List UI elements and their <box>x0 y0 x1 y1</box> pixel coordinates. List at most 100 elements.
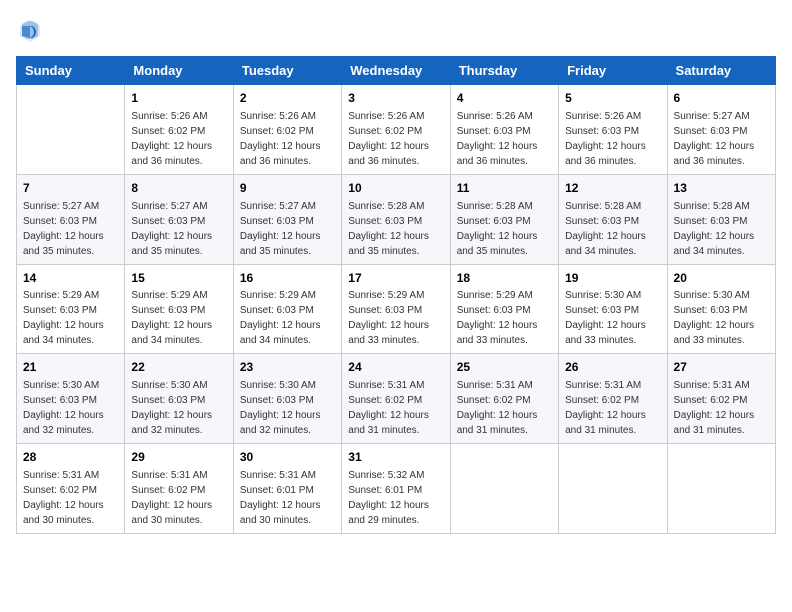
calendar-cell-w2d4: 18Sunrise: 5:29 AM Sunset: 6:03 PM Dayli… <box>450 264 558 354</box>
calendar-cell-w1d6: 13 Sunrise: 5:28 AM Sunset: 6:03 PM Dayli… <box>667 174 775 264</box>
day-number: 16 <box>240 270 335 287</box>
day-number: 15 <box>131 270 226 287</box>
calendar-cell-w3d1: 22Sunrise: 5:30 AM Sunset: 6:03 PM Dayli… <box>125 354 233 444</box>
day-number: 19 <box>565 270 660 287</box>
day-info: Sunrise: 5:29 AM Sunset: 6:03 PM Dayligh… <box>23 288 118 348</box>
calendar-cell-w1d0: 7 Sunrise: 5:27 AM Sunset: 6:03 PM Daylig… <box>17 174 125 264</box>
calendar-cell-w2d3: 17Sunrise: 5:29 AM Sunset: 6:03 PM Dayli… <box>342 264 450 354</box>
day-info: Sunrise: 5:28 AM Sunset: 6:03 PM Dayligh… <box>457 199 552 259</box>
calendar-cell-w0d3: 3 Sunrise: 5:26 AM Sunset: 6:02 PM Daylig… <box>342 85 450 175</box>
day-info: Sunrise: 5:26 AM Sunset: 6:03 PM Dayligh… <box>565 109 660 169</box>
calendar-cell-w1d4: 11 Sunrise: 5:28 AM Sunset: 6:03 PM Dayli… <box>450 174 558 264</box>
calendar-cell-w2d1: 15Sunrise: 5:29 AM Sunset: 6:03 PM Dayli… <box>125 264 233 354</box>
weekday-header-row: SundayMondayTuesdayWednesdayThursdayFrid… <box>17 57 776 85</box>
day-number: 10 <box>348 180 443 197</box>
day-info: Sunrise: 5:27 AM Sunset: 6:03 PM Dayligh… <box>674 109 769 169</box>
page-container: SundayMondayTuesdayWednesdayThursdayFrid… <box>16 16 776 534</box>
day-info: Sunrise: 5:26 AM Sunset: 6:02 PM Dayligh… <box>240 109 335 169</box>
day-info: Sunrise: 5:30 AM Sunset: 6:03 PM Dayligh… <box>565 288 660 348</box>
day-info: Sunrise: 5:29 AM Sunset: 6:03 PM Dayligh… <box>348 288 443 348</box>
week-row-4: 21 Sunrise: 5:30 AM Sunset: 6:03 PM Dayli… <box>17 354 776 444</box>
day-number: 23 <box>240 359 335 376</box>
day-info: Sunrise: 5:31 AM Sunset: 6:02 PM Dayligh… <box>674 378 769 438</box>
day-number: 21 <box>23 359 118 376</box>
day-info: Sunrise: 5:31 AM Sunset: 6:02 PM Dayligh… <box>348 378 443 438</box>
day-info: Sunrise: 5:26 AM Sunset: 6:02 PM Dayligh… <box>131 109 226 169</box>
day-number: 27 <box>674 359 769 376</box>
day-info: Sunrise: 5:28 AM Sunset: 6:03 PM Dayligh… <box>348 199 443 259</box>
day-info: Sunrise: 5:27 AM Sunset: 6:03 PM Dayligh… <box>240 199 335 259</box>
weekday-header-friday: Friday <box>559 57 667 85</box>
header <box>16 16 776 44</box>
day-number: 18 <box>457 270 552 287</box>
calendar-cell-w3d4: 25 Sunrise: 5:31 AM Sunset: 6:02 PM Dayli… <box>450 354 558 444</box>
day-info: Sunrise: 5:31 AM Sunset: 6:02 PM Dayligh… <box>131 468 226 528</box>
day-number: 12 <box>565 180 660 197</box>
calendar-cell-w0d2: 2 Sunrise: 5:26 AM Sunset: 6:02 PM Daylig… <box>233 85 341 175</box>
day-number: 30 <box>240 449 335 466</box>
day-number: 3 <box>348 90 443 107</box>
day-number: 13 <box>674 180 769 197</box>
weekday-header-thursday: Thursday <box>450 57 558 85</box>
weekday-header-saturday: Saturday <box>667 57 775 85</box>
calendar-cell-w4d1: 29Sunrise: 5:31 AM Sunset: 6:02 PM Dayli… <box>125 444 233 534</box>
day-number: 2 <box>240 90 335 107</box>
calendar-cell-w4d0: 28Sunrise: 5:31 AM Sunset: 6:02 PM Dayli… <box>17 444 125 534</box>
calendar-cell-w4d5 <box>559 444 667 534</box>
day-info: Sunrise: 5:31 AM Sunset: 6:01 PM Dayligh… <box>240 468 335 528</box>
calendar-cell-w4d2: 30 Sunrise: 5:31 AM Sunset: 6:01 PM Dayli… <box>233 444 341 534</box>
calendar-cell-w0d1: 1 Sunrise: 5:26 AM Sunset: 6:02 PM Daylig… <box>125 85 233 175</box>
day-info: Sunrise: 5:32 AM Sunset: 6:01 PM Dayligh… <box>348 468 443 528</box>
day-info: Sunrise: 5:31 AM Sunset: 6:02 PM Dayligh… <box>457 378 552 438</box>
calendar-cell-w4d4 <box>450 444 558 534</box>
calendar-cell-w1d1: 8 Sunrise: 5:27 AM Sunset: 6:03 PM Daylig… <box>125 174 233 264</box>
day-number: 31 <box>348 449 443 466</box>
day-number: 6 <box>674 90 769 107</box>
calendar-cell-w0d4: 4 Sunrise: 5:26 AM Sunset: 6:03 PM Daylig… <box>450 85 558 175</box>
day-number: 14 <box>23 270 118 287</box>
day-info: Sunrise: 5:27 AM Sunset: 6:03 PM Dayligh… <box>23 199 118 259</box>
week-row-3: 14Sunrise: 5:29 AM Sunset: 6:03 PM Dayli… <box>17 264 776 354</box>
day-info: Sunrise: 5:29 AM Sunset: 6:03 PM Dayligh… <box>457 288 552 348</box>
day-number: 8 <box>131 180 226 197</box>
day-number: 1 <box>131 90 226 107</box>
day-number: 25 <box>457 359 552 376</box>
day-info: Sunrise: 5:27 AM Sunset: 6:03 PM Dayligh… <box>131 199 226 259</box>
day-number: 24 <box>348 359 443 376</box>
calendar-cell-w2d6: 20Sunrise: 5:30 AM Sunset: 6:03 PM Dayli… <box>667 264 775 354</box>
day-info: Sunrise: 5:26 AM Sunset: 6:02 PM Dayligh… <box>348 109 443 169</box>
day-number: 11 <box>457 180 552 197</box>
week-row-1: 1 Sunrise: 5:26 AM Sunset: 6:02 PM Daylig… <box>17 85 776 175</box>
day-number: 28 <box>23 449 118 466</box>
day-info: Sunrise: 5:30 AM Sunset: 6:03 PM Dayligh… <box>23 378 118 438</box>
calendar-cell-w4d3: 31 Sunrise: 5:32 AM Sunset: 6:01 PM Dayli… <box>342 444 450 534</box>
calendar-cell-w3d3: 24 Sunrise: 5:31 AM Sunset: 6:02 PM Dayli… <box>342 354 450 444</box>
calendar-cell-w2d0: 14Sunrise: 5:29 AM Sunset: 6:03 PM Dayli… <box>17 264 125 354</box>
calendar-cell-w2d2: 16Sunrise: 5:29 AM Sunset: 6:03 PM Dayli… <box>233 264 341 354</box>
weekday-header-sunday: Sunday <box>17 57 125 85</box>
day-number: 17 <box>348 270 443 287</box>
week-row-2: 7 Sunrise: 5:27 AM Sunset: 6:03 PM Daylig… <box>17 174 776 264</box>
calendar-cell-w3d6: 27 Sunrise: 5:31 AM Sunset: 6:02 PM Dayli… <box>667 354 775 444</box>
day-info: Sunrise: 5:28 AM Sunset: 6:03 PM Dayligh… <box>565 199 660 259</box>
day-number: 4 <box>457 90 552 107</box>
day-number: 20 <box>674 270 769 287</box>
calendar-cell-w4d6 <box>667 444 775 534</box>
calendar-cell-w3d2: 23Sunrise: 5:30 AM Sunset: 6:03 PM Dayli… <box>233 354 341 444</box>
calendar-cell-w0d0 <box>17 85 125 175</box>
calendar-cell-w0d5: 5Sunrise: 5:26 AM Sunset: 6:03 PM Daylig… <box>559 85 667 175</box>
day-info: Sunrise: 5:26 AM Sunset: 6:03 PM Dayligh… <box>457 109 552 169</box>
calendar-cell-w1d3: 10 Sunrise: 5:28 AM Sunset: 6:03 PM Dayli… <box>342 174 450 264</box>
logo-icon <box>16 16 44 44</box>
day-info: Sunrise: 5:31 AM Sunset: 6:02 PM Dayligh… <box>565 378 660 438</box>
day-number: 7 <box>23 180 118 197</box>
weekday-header-wednesday: Wednesday <box>342 57 450 85</box>
day-info: Sunrise: 5:30 AM Sunset: 6:03 PM Dayligh… <box>131 378 226 438</box>
day-info: Sunrise: 5:28 AM Sunset: 6:03 PM Dayligh… <box>674 199 769 259</box>
week-row-5: 28 Sunrise: 5:31 AM Sunset: 6:02 PM Dayli… <box>17 444 776 534</box>
day-number: 26 <box>565 359 660 376</box>
calendar-cell-w3d5: 26 Sunrise: 5:31 AM Sunset: 6:02 PM Dayli… <box>559 354 667 444</box>
logo <box>16 16 48 44</box>
calendar-cell-w1d5: 12 Sunrise: 5:28 AM Sunset: 6:03 PM Dayli… <box>559 174 667 264</box>
calendar-table: SundayMondayTuesdayWednesdayThursdayFrid… <box>16 56 776 534</box>
